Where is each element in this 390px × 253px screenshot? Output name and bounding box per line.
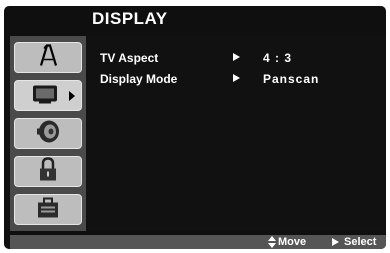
right-arrow-icon [332, 238, 339, 247]
setting-row-tv-aspect[interactable]: TV Aspect 4 : 3 [100, 51, 380, 67]
select-hint: Select [332, 235, 376, 249]
tab-language[interactable] [14, 42, 82, 73]
move-hint-label: Move [278, 236, 307, 248]
audio-icon [35, 119, 61, 148]
setting-row-display-mode[interactable]: Display Mode Panscan [100, 72, 380, 88]
tab-lock[interactable] [14, 156, 82, 187]
menu-title: DISPLAY [92, 9, 168, 28]
category-sidebar [10, 36, 86, 231]
setting-value: 4 : 3 [263, 51, 293, 65]
setting-label: Display Mode [100, 72, 178, 86]
right-arrow-icon [233, 74, 240, 82]
help-bar: Move Select [10, 235, 386, 249]
settings-panel: TV Aspect 4 : 3 Display Mode Panscan [86, 36, 386, 231]
display-setup-menu: DISPLAY TV Aspect 4: 3 Display Mode Pan… [4, 6, 386, 249]
setting-label: TV Aspect [100, 51, 159, 65]
right-arrow-icon [233, 53, 240, 61]
tab-display[interactable] [14, 80, 82, 111]
language-icon [35, 43, 61, 72]
select-hint-label: Select [344, 236, 377, 248]
display-icon [31, 82, 59, 109]
setting-value: Panscan [263, 72, 320, 86]
tab-audio[interactable] [14, 118, 82, 149]
selected-arrow-icon [69, 91, 75, 101]
up-down-arrows-icon [268, 236, 276, 249]
others-icon [35, 195, 61, 224]
move-hint: Move [268, 235, 306, 249]
lock-icon [35, 156, 61, 187]
tab-others[interactable] [14, 194, 82, 225]
